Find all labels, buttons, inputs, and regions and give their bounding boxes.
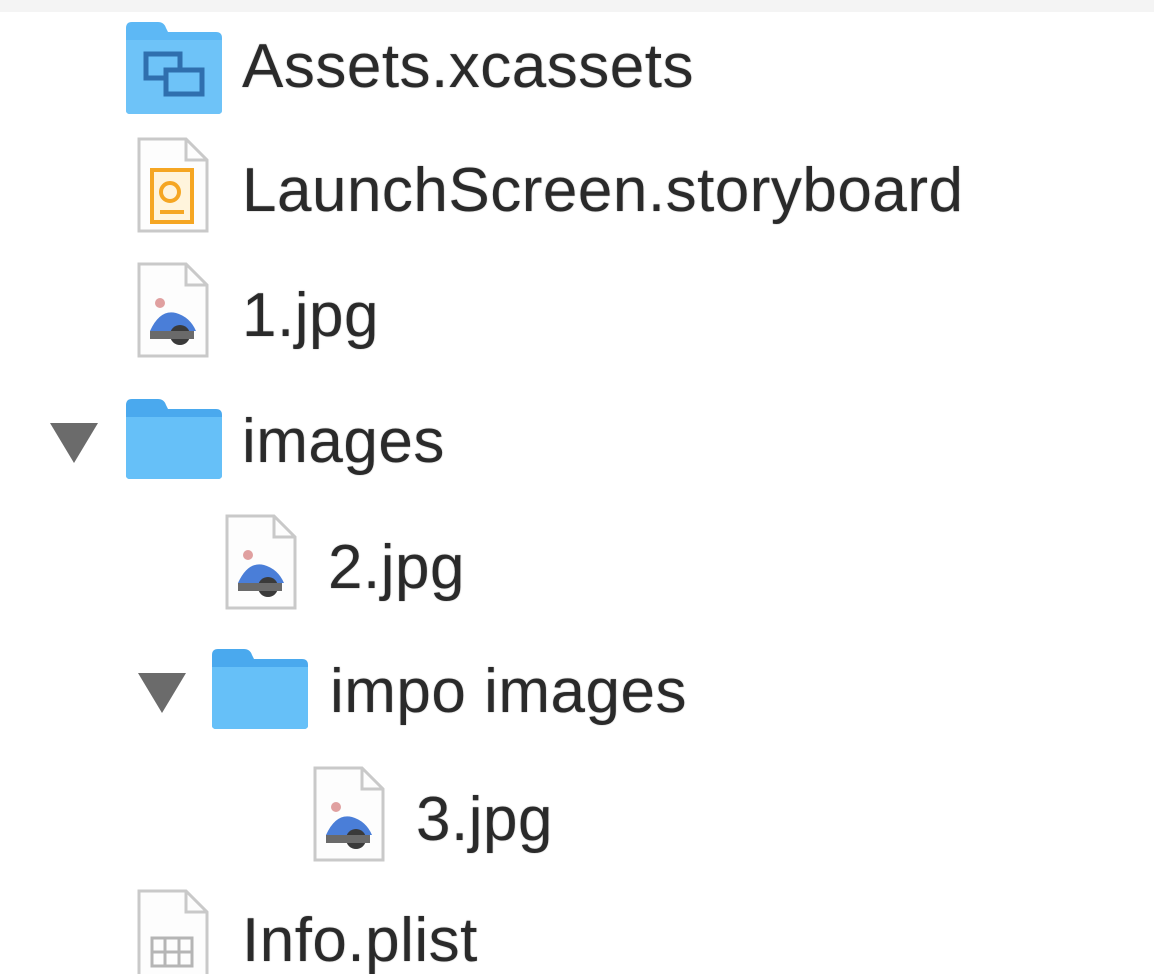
disclosure-triangle-expanded-icon[interactable]: [134, 663, 190, 719]
asset-catalog-icon: [126, 22, 222, 114]
tree-label: Assets.xcassets: [242, 32, 694, 101]
tree-label: impo images: [330, 657, 687, 726]
tree-label: 2.jpg: [328, 533, 465, 602]
tree-label: LaunchScreen.storyboard: [242, 156, 964, 225]
tree-label: 1.jpg: [242, 281, 379, 350]
tree-label: 3.jpg: [416, 785, 553, 854]
tree-label: images: [242, 407, 445, 476]
image-file-icon: [225, 514, 297, 610]
tree-label: Info.plist: [242, 906, 478, 974]
tree-row-info-plist[interactable]: Info.plist: [0, 880, 1154, 974]
plist-file-icon: [137, 889, 209, 974]
tree-row-3-jpg[interactable]: 3.jpg: [0, 757, 1154, 867]
tree-row-1-jpg[interactable]: 1.jpg: [0, 255, 1154, 365]
disclosure-triangle-expanded-icon[interactable]: [46, 413, 102, 469]
folder-icon: [126, 399, 222, 479]
tree-row-impo-images-folder[interactable]: impo images: [0, 635, 1154, 745]
tree-row-assets-xcassets[interactable]: Assets.xcassets: [0, 10, 1154, 120]
image-file-icon: [313, 766, 385, 862]
tree-row-images-folder[interactable]: images: [0, 385, 1154, 495]
storyboard-file-icon: [137, 137, 209, 233]
image-file-icon: [137, 262, 209, 358]
tree-row-launchscreen-storyboard[interactable]: LaunchScreen.storyboard: [0, 130, 1154, 240]
tree-row-2-jpg[interactable]: 2.jpg: [0, 505, 1154, 615]
folder-icon: [212, 649, 308, 729]
project-navigator: Assets.xcassets LaunchScreen.storyboard …: [0, 0, 1154, 974]
